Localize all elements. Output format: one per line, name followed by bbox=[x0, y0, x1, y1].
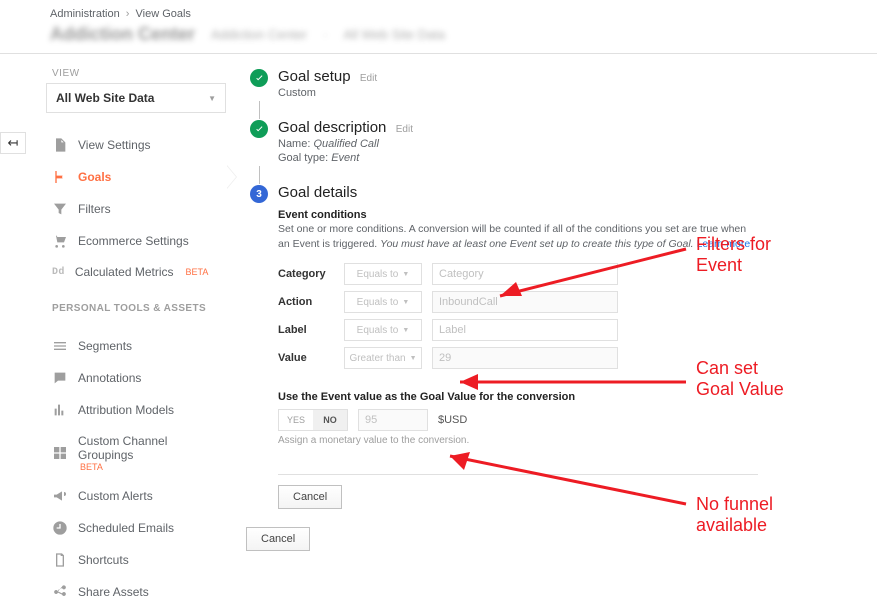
view-selector-value: All Web Site Data bbox=[56, 91, 154, 105]
breadcrumb: Administration › View Goals bbox=[0, 0, 877, 22]
sidebar-item-label: Segments bbox=[78, 339, 132, 353]
back-button[interactable]: ↤ bbox=[0, 132, 26, 154]
chevron-down-icon: ▼ bbox=[402, 271, 409, 278]
cond-operator[interactable]: Equals to▼ bbox=[344, 319, 422, 341]
toggle-yes[interactable]: YES bbox=[279, 410, 313, 430]
sidebar-item-view-settings[interactable]: View Settings bbox=[46, 129, 226, 161]
doc-icon bbox=[52, 552, 68, 568]
sidebar-item-custom-alerts[interactable]: Custom Alerts bbox=[46, 480, 226, 512]
cond-row-action: Action Equals to▼ bbox=[278, 291, 618, 313]
sidebar-item-filters[interactable]: Filters bbox=[46, 193, 226, 225]
megaphone-icon bbox=[52, 488, 68, 504]
step-desc-edit[interactable]: Edit bbox=[396, 124, 413, 135]
event-conditions-heading: Event conditions bbox=[278, 209, 867, 221]
check-icon bbox=[250, 69, 268, 87]
header-redacted: Addiction Center Addiction Center · All … bbox=[0, 22, 877, 53]
grid-icon bbox=[52, 445, 68, 461]
beta-badge: BETA bbox=[186, 267, 209, 277]
cart-icon bbox=[52, 233, 68, 249]
sidebar-item-ecommerce[interactable]: Ecommerce Settings bbox=[46, 225, 226, 257]
goal-value-toggle[interactable]: YES NO bbox=[278, 409, 348, 431]
file-icon bbox=[52, 137, 68, 153]
cond-operator[interactable]: Greater than▼ bbox=[344, 347, 422, 369]
check-icon bbox=[250, 120, 268, 138]
sidebar-item-label: Attribution Models bbox=[78, 403, 174, 417]
cond-value-input[interactable] bbox=[432, 319, 618, 341]
cond-label: Label bbox=[278, 324, 334, 336]
step-setup-sub: Custom bbox=[278, 87, 867, 99]
breadcrumb-sep: › bbox=[126, 8, 130, 20]
sidebar-item-goals[interactable]: Goals bbox=[46, 161, 226, 193]
segments-icon bbox=[52, 338, 68, 354]
learn-more-link[interactable]: Learn more bbox=[697, 238, 751, 250]
chevron-down-icon: ▼ bbox=[208, 94, 216, 103]
event-conditions-text: Set one or more conditions. A conversion… bbox=[278, 222, 758, 251]
step-desc-title: Goal description bbox=[278, 119, 386, 136]
sidebar-item-shortcuts[interactable]: Shortcuts bbox=[46, 544, 226, 576]
beta-badge: BETA bbox=[80, 462, 220, 472]
cancel-button-inner[interactable]: Cancel bbox=[278, 485, 342, 509]
funnel-icon bbox=[52, 201, 68, 217]
speech-icon bbox=[52, 370, 68, 386]
sidebar-section-header: PERSONAL TOOLS & ASSETS bbox=[52, 303, 226, 314]
bars-icon bbox=[52, 402, 68, 418]
cond-value-input[interactable] bbox=[432, 347, 618, 369]
cond-row-label: Label Equals to▼ bbox=[278, 319, 618, 341]
goal-value-hint: Assign a monetary value to the conversio… bbox=[278, 435, 867, 446]
chevron-down-icon: ▼ bbox=[402, 299, 409, 306]
sidebar-item-label: Share Assets bbox=[78, 585, 149, 599]
sidebar-item-label: View Settings bbox=[78, 138, 151, 152]
cond-operator[interactable]: Equals to▼ bbox=[344, 291, 422, 313]
cond-label: Value bbox=[278, 352, 334, 364]
view-label: VIEW bbox=[52, 68, 226, 79]
sidebar-item-label: Goals bbox=[78, 170, 111, 184]
cond-label: Category bbox=[278, 268, 334, 280]
sidebar-item-label: Custom Channel Groupings bbox=[78, 434, 220, 462]
step-setup-title: Goal setup bbox=[278, 68, 351, 85]
cond-value-input[interactable] bbox=[432, 291, 618, 313]
sidebar-item-label: Custom Alerts bbox=[78, 489, 153, 503]
calc-icon: Dd bbox=[52, 267, 65, 278]
toggle-no[interactable]: NO bbox=[313, 410, 347, 430]
breadcrumb-admin[interactable]: Administration bbox=[50, 8, 120, 20]
sidebar-item-channel-groupings[interactable]: Custom Channel Groupings BETA bbox=[46, 426, 226, 480]
sidebar: VIEW All Web Site Data ▼ View Settings G… bbox=[38, 54, 226, 608]
cond-value-input[interactable] bbox=[432, 263, 618, 285]
step-number-badge: 3 bbox=[250, 185, 268, 203]
sidebar-item-calculated-metrics[interactable]: Dd Calculated Metrics BETA bbox=[46, 257, 226, 287]
currency-label: $USD bbox=[438, 414, 467, 426]
sidebar-item-share-assets[interactable]: Share Assets bbox=[46, 576, 226, 608]
main-content: Goal setup Edit Custom Goal description … bbox=[226, 54, 877, 551]
flag-icon bbox=[52, 169, 68, 185]
goal-value-input[interactable] bbox=[358, 409, 428, 431]
step-details-title: Goal details bbox=[278, 184, 357, 201]
step-setup-edit[interactable]: Edit bbox=[360, 73, 377, 84]
cancel-button-outer[interactable]: Cancel bbox=[246, 527, 310, 551]
chevron-down-icon: ▼ bbox=[410, 355, 417, 362]
sidebar-item-label: Annotations bbox=[78, 371, 141, 385]
sidebar-item-segments[interactable]: Segments bbox=[46, 330, 226, 362]
chevron-down-icon: ▼ bbox=[402, 327, 409, 334]
cond-operator[interactable]: Equals to▼ bbox=[344, 263, 422, 285]
sidebar-item-label: Shortcuts bbox=[78, 553, 129, 567]
sidebar-item-attribution[interactable]: Attribution Models bbox=[46, 394, 226, 426]
sidebar-item-label: Ecommerce Settings bbox=[78, 234, 189, 248]
step-desc-name: Name: Qualified Call bbox=[278, 138, 867, 150]
cond-row-category: Category Equals to▼ bbox=[278, 263, 618, 285]
sidebar-item-label: Scheduled Emails bbox=[78, 521, 174, 535]
clock-icon bbox=[52, 520, 68, 536]
sidebar-item-scheduled-emails[interactable]: Scheduled Emails bbox=[46, 512, 226, 544]
cond-label: Action bbox=[278, 296, 334, 308]
cond-row-value: Value Greater than▼ bbox=[278, 347, 618, 369]
back-arrow-icon: ↤ bbox=[8, 135, 19, 151]
sidebar-item-annotations[interactable]: Annotations bbox=[46, 362, 226, 394]
breadcrumb-current: View Goals bbox=[136, 8, 191, 20]
sidebar-item-label: Filters bbox=[78, 202, 111, 216]
sidebar-item-label: Calculated Metrics bbox=[75, 265, 174, 279]
step-desc-type: Goal type: Event bbox=[278, 152, 867, 164]
goal-value-heading: Use the Event value as the Goal Value fo… bbox=[278, 391, 867, 403]
view-selector[interactable]: All Web Site Data ▼ bbox=[46, 83, 226, 113]
share-icon bbox=[52, 584, 68, 600]
